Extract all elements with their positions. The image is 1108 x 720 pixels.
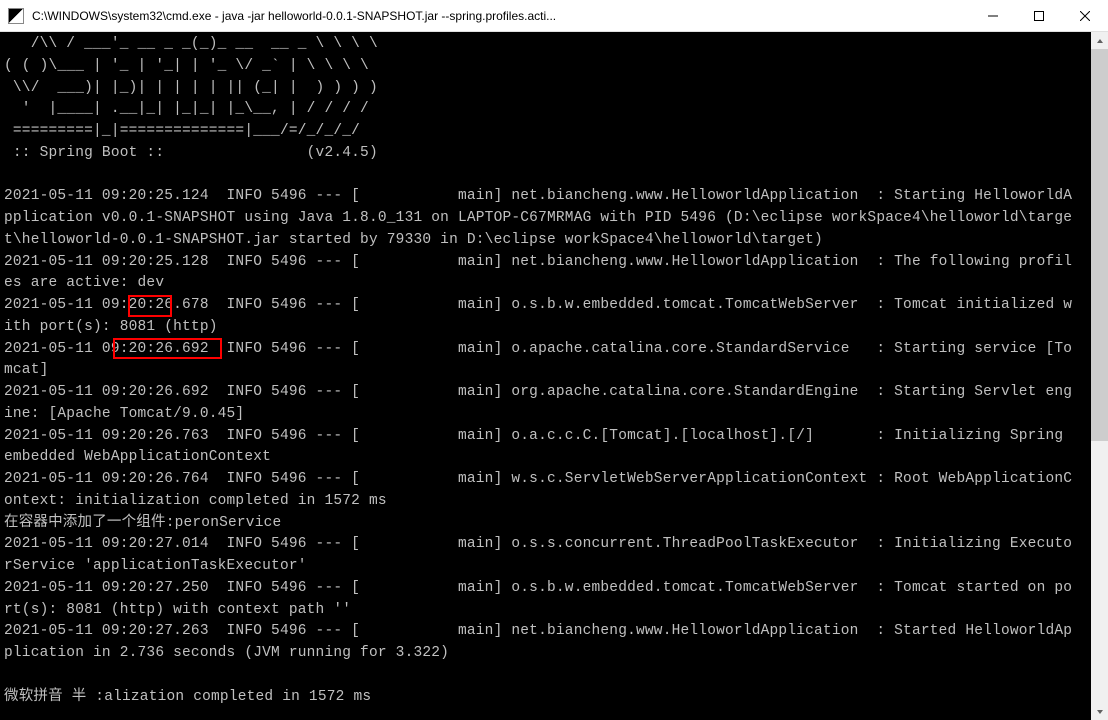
log-line: ontext: initialization completed in 1572… (4, 493, 387, 509)
spring-banner-line: ( ( )\___ | '_ | '_| | '_ \/ _` | \ \ \ … (4, 58, 369, 74)
log-line: ith port(s): (4, 319, 120, 335)
console-output: /\\ / ___'_ __ _ _(_)_ __ __ _ \ \ \ \ (… (0, 32, 1091, 710)
spring-banner-line: :: Spring Boot :: (v2.4.5) (4, 145, 378, 161)
spring-banner-line: \\/ ___)| |_)| | | | | || (_| | ) ) ) ) (4, 80, 378, 96)
log-line: ine: [Apache Tomcat/9.0.45] (4, 406, 244, 422)
log-line: rt(s): 8081 (http) with context path '' (4, 602, 351, 618)
log-line: 2021-05-11 09:20:27.250 INFO 5496 --- [ … (4, 580, 1072, 596)
log-line: 2021-05-11 09:20:26.692 INFO 5496 --- [ … (4, 341, 1072, 357)
minimize-button[interactable] (970, 0, 1016, 31)
spring-banner-line: /\\ / ___'_ __ _ _(_)_ __ __ _ \ \ \ \ (4, 36, 378, 52)
tomcat-port-value: 8081 (http) (120, 319, 218, 335)
spring-banner-line: =========|_|==============|___/=/_/_/_/ (4, 123, 360, 139)
window-titlebar: C:\WINDOWS\system32\cmd.exe - java -jar … (0, 0, 1108, 32)
log-line: pplication v0.0.1-SNAPSHOT using Java 1.… (4, 210, 1072, 226)
log-line: 2021-05-11 09:20:25.128 INFO 5496 --- [ … (4, 254, 1072, 270)
log-line: es are active: (4, 275, 138, 291)
window-title: C:\WINDOWS\system32\cmd.exe - java -jar … (32, 9, 970, 23)
window-controls (970, 0, 1108, 31)
log-line: mcat] (4, 362, 49, 378)
spring-banner-line: ' |____| .__|_| |_|_| |_\__, | / / / / (4, 101, 369, 117)
log-line: 2021-05-11 09:20:27.014 INFO 5496 --- [ … (4, 536, 1072, 552)
close-button[interactable] (1062, 0, 1108, 31)
log-line: 2021-05-11 09:20:26.764 INFO 5496 --- [ … (4, 471, 1072, 487)
active-profile-value: dev (138, 275, 165, 291)
log-line: 2021-05-11 09:20:26.692 INFO 5496 --- [ … (4, 384, 1072, 400)
ime-status-line: 微软拼音 半 :alization completed in 1572 ms (4, 689, 371, 705)
log-line: rService 'applicationTaskExecutor' (4, 558, 307, 574)
log-line: 2021-05-11 09:20:26.678 INFO 5496 --- [ … (4, 297, 1072, 313)
scrollbar-thumb[interactable] (1091, 49, 1108, 441)
log-line: 2021-05-11 09:20:26.763 INFO 5496 --- [ … (4, 428, 1072, 444)
log-line: 2021-05-11 09:20:25.124 INFO 5496 --- [ … (4, 188, 1072, 204)
log-line: t\helloworld-0.0.1-SNAPSHOT.jar started … (4, 232, 823, 248)
vertical-scrollbar[interactable] (1091, 32, 1108, 720)
scrollbar-track[interactable] (1091, 49, 1108, 703)
log-line: embedded WebApplicationContext (4, 449, 271, 465)
scroll-down-button[interactable] (1091, 703, 1108, 720)
log-line: 在容器中添加了一个组件:peronService (4, 515, 281, 531)
scroll-up-button[interactable] (1091, 32, 1108, 49)
console-area[interactable]: /\\ / ___'_ __ _ _(_)_ __ __ _ \ \ \ \ (… (0, 32, 1108, 720)
log-line: plication in 2.736 seconds (JVM running … (4, 645, 449, 661)
log-line: 2021-05-11 09:20:27.263 INFO 5496 --- [ … (4, 623, 1072, 639)
maximize-button[interactable] (1016, 0, 1062, 31)
cmd-icon (8, 8, 24, 24)
